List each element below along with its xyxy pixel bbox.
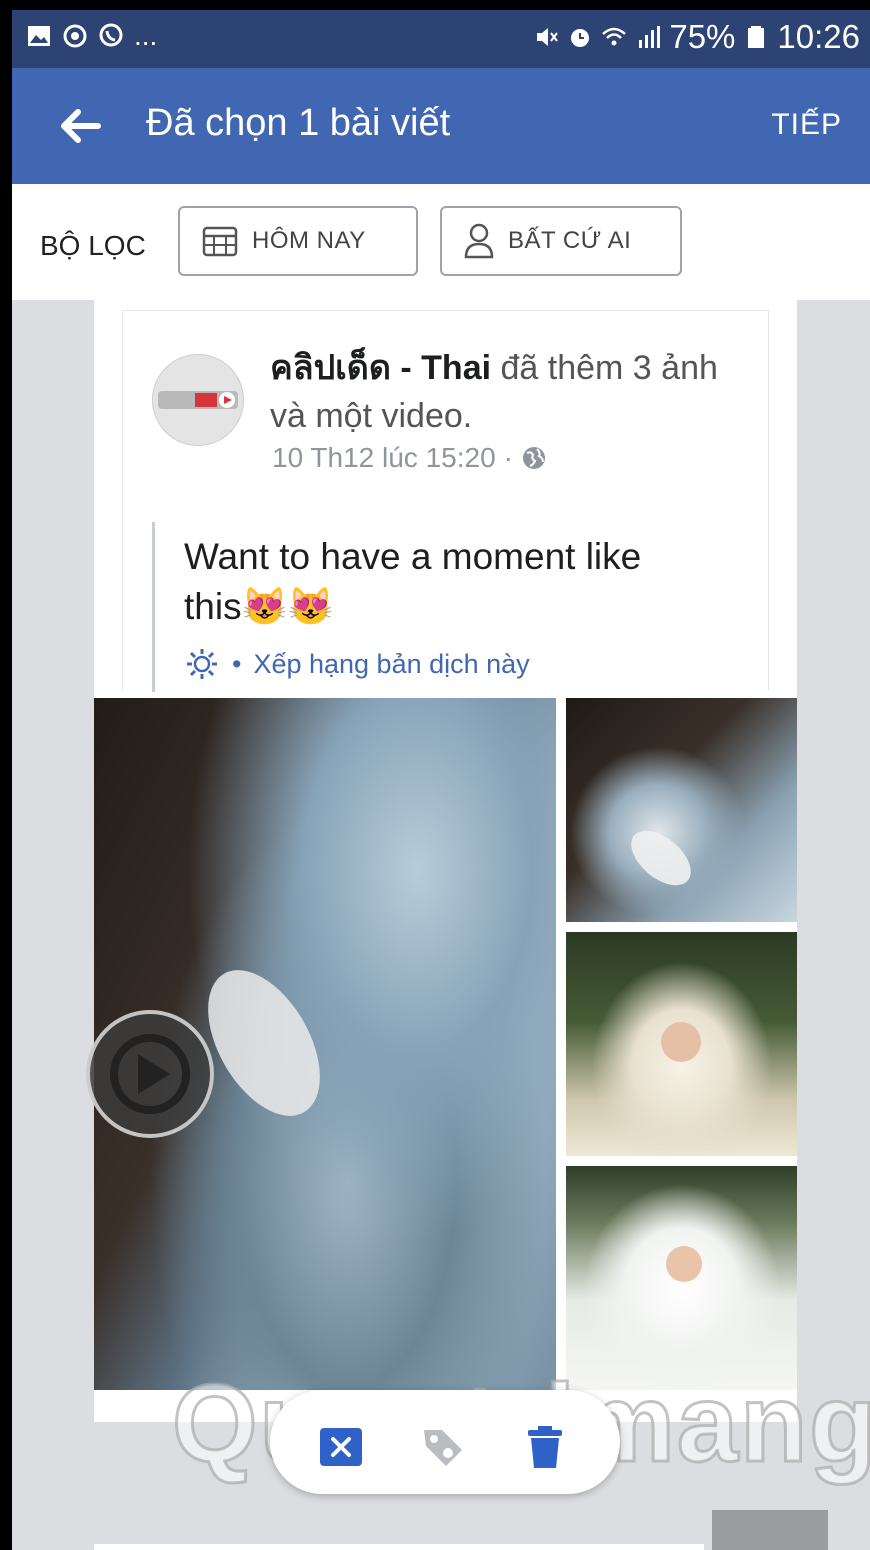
post-text: Want to have a moment like this😻😻 bbox=[184, 536, 642, 627]
status-left: ... bbox=[26, 20, 157, 52]
photo-subject bbox=[621, 820, 701, 896]
status-more: ... bbox=[134, 20, 158, 51]
status-bar: ... 75% 10:26 bbox=[12, 10, 870, 68]
battery-icon bbox=[748, 26, 765, 48]
signal-icon bbox=[639, 26, 661, 48]
post-author-line: คลิปเด็ด - Thai đã thêm 3 ảnh và một vid… bbox=[270, 344, 730, 440]
quote-bar bbox=[152, 522, 155, 692]
alarm-icon bbox=[571, 29, 590, 47]
photo-thumbnail[interactable] bbox=[566, 932, 797, 1156]
post-timestamp: 10 Th12 lúc 15:20 · bbox=[272, 442, 547, 474]
wifi-icon bbox=[602, 27, 627, 46]
date-filter-button[interactable]: HÔM NAY bbox=[178, 206, 418, 276]
photo-subject bbox=[661, 1022, 701, 1062]
post-time-text[interactable]: 10 Th12 lúc 15:20 bbox=[272, 442, 496, 474]
deselect-button[interactable] bbox=[318, 1424, 364, 1470]
rate-dot: • bbox=[232, 648, 242, 679]
trash-icon[interactable] bbox=[522, 1424, 568, 1470]
tag-icon[interactable] bbox=[420, 1424, 466, 1470]
next-button[interactable]: TIẾP bbox=[771, 108, 842, 142]
calendar-icon bbox=[202, 226, 238, 257]
date-filter-label: HÔM NAY bbox=[252, 227, 366, 254]
person-icon bbox=[464, 223, 494, 259]
battery-level: 75% bbox=[669, 18, 736, 55]
viber-icon bbox=[99, 23, 123, 47]
next-post-thumbnail bbox=[712, 1510, 828, 1550]
photo-thumbnail[interactable] bbox=[566, 1166, 797, 1390]
page-title: Đã chọn 1 bài viết bbox=[146, 102, 451, 144]
status-right: 75% 10:26 bbox=[533, 18, 860, 56]
rate-translation: • Xếp hạng bản dịch này bbox=[184, 646, 530, 682]
globe-icon bbox=[523, 447, 545, 469]
play-video-button[interactable] bbox=[86, 1010, 214, 1138]
photo-thumbnail[interactable] bbox=[566, 698, 797, 922]
post-author[interactable]: คลิปเด็ด - Thai bbox=[270, 349, 491, 387]
post-card[interactable]: คลิปเด็ด - Thai đã thêm 3 ảnh và một vid… bbox=[94, 300, 797, 1410]
time-separator: · bbox=[503, 442, 513, 473]
app-bar: Đã chọn 1 bài viết TIẾP bbox=[12, 68, 870, 184]
back-arrow-icon[interactable] bbox=[52, 98, 108, 154]
image-icon bbox=[28, 26, 50, 46]
avatar[interactable] bbox=[152, 354, 244, 446]
next-post-card-edge bbox=[94, 1544, 704, 1550]
filter-bar: BỘ LỌC HÔM NAY BẤT CỨ AI bbox=[12, 184, 870, 300]
rate-translation-link[interactable]: Xếp hạng bản dịch này bbox=[253, 649, 529, 680]
mute-icon bbox=[537, 28, 559, 46]
photo-subject bbox=[666, 1246, 702, 1282]
action-bar bbox=[270, 1390, 620, 1494]
circle-icon bbox=[63, 24, 87, 48]
status-time: 10:26 bbox=[777, 18, 860, 55]
audience-filter-button[interactable]: BẤT CỨ AI bbox=[440, 206, 682, 276]
page-logo-icon bbox=[158, 391, 238, 409]
audience-filter-label: BẤT CỨ AI bbox=[508, 227, 632, 254]
filter-label: BỘ LỌC bbox=[40, 230, 146, 261]
photo-subject bbox=[185, 951, 343, 1135]
screen: ... 75% 10:26 Đã chọn 1 bài viết TIẾP BỘ… bbox=[12, 10, 870, 1550]
gear-icon[interactable] bbox=[184, 646, 220, 682]
